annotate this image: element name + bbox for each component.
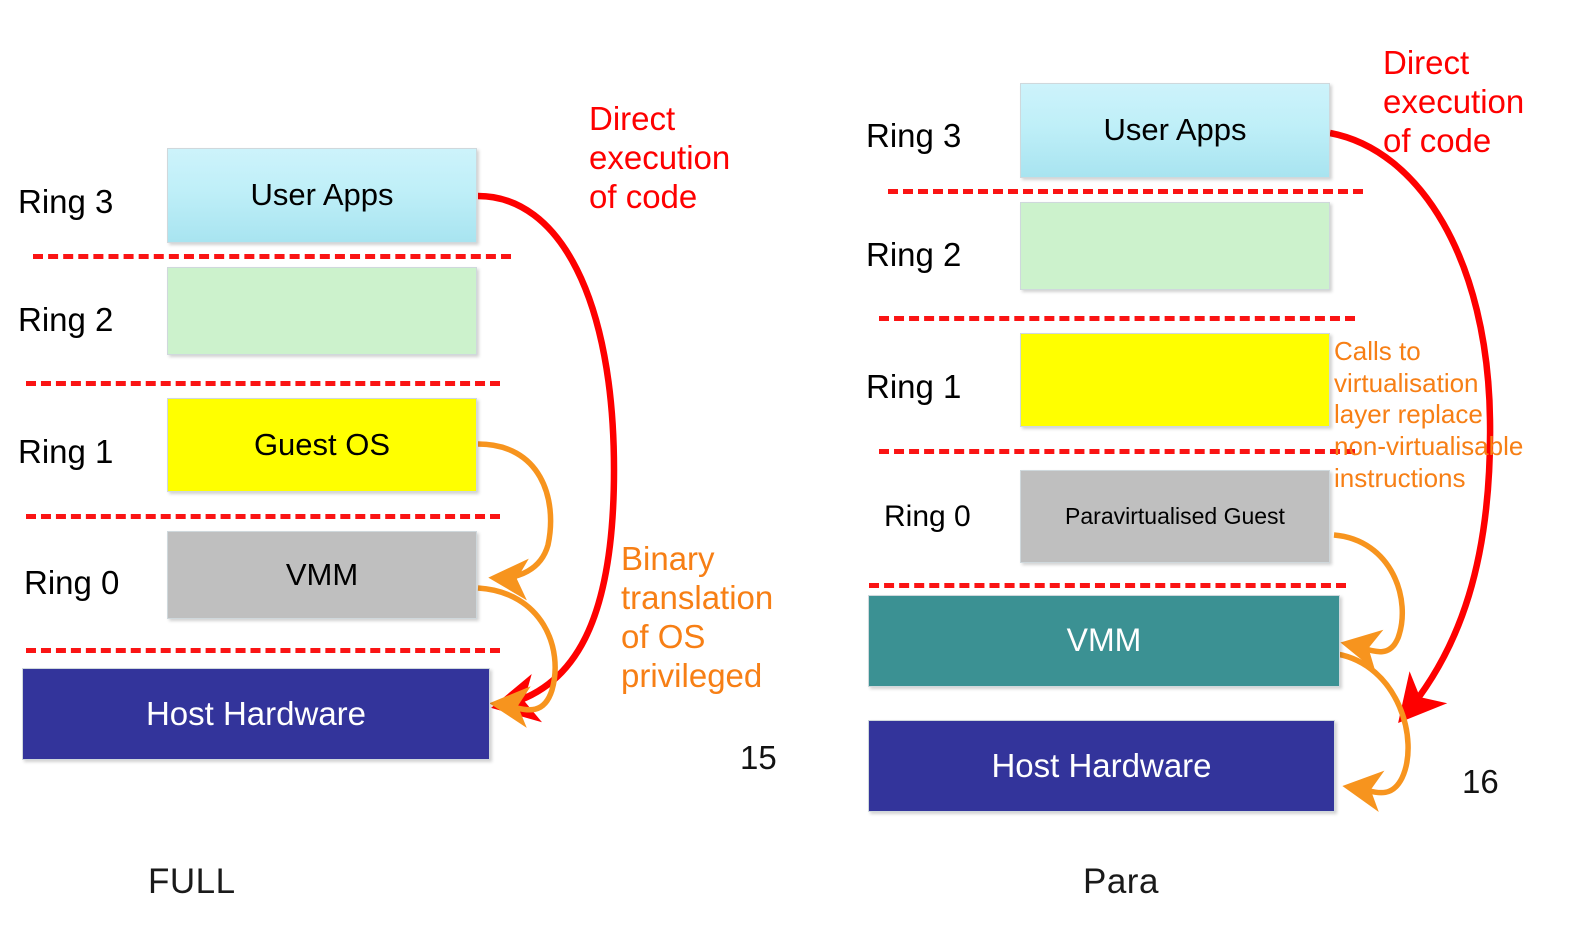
full-ring3-label: Ring 3 (18, 183, 114, 220)
full-divider-ring2-ring1 (26, 381, 500, 386)
para-caption: Para (1083, 862, 1159, 901)
full-guest-os-label: Guest OS (253, 426, 391, 462)
para-paravirtualised-guest-label: Paravirtualised Guest (1065, 503, 1285, 530)
para-vmm-label: VMM (1066, 622, 1142, 659)
right-calls-arrow-1 (1333, 532, 1405, 671)
full-ring2-label: Ring 2 (18, 301, 114, 338)
left-direct-execution-arrow (477, 192, 618, 723)
full-vmm-box[interactable]: VMM (167, 531, 477, 619)
para-ring0-label: Ring 0 (884, 500, 971, 533)
para-vmm-box[interactable]: VMM (868, 595, 1340, 687)
full-caption: FULL (148, 862, 236, 901)
para-divider-ring1-ring0 (879, 449, 1355, 454)
para-host-hardware-box[interactable]: Host Hardware (868, 720, 1335, 812)
full-page-number: 15 (740, 739, 777, 776)
para-user-apps-label: User Apps (1103, 112, 1247, 148)
full-divider-ring1-ring0 (26, 514, 500, 519)
para-host-hardware-label: Host Hardware (991, 746, 1212, 784)
full-divider-ring3-ring2 (33, 254, 511, 259)
full-host-hardware-box[interactable]: Host Hardware (22, 668, 490, 760)
para-calls-annotation: Calls to virtualisation layer replace no… (1334, 336, 1524, 493)
full-ring2-box[interactable] (167, 267, 477, 355)
para-ring2-label: Ring 2 (866, 236, 962, 273)
full-user-apps-label: User Apps (250, 177, 394, 213)
full-binary-translation-annotation: Binary translation of OS privileged (621, 540, 774, 694)
full-ring0-label: Ring 0 (24, 564, 120, 601)
full-guest-os-box[interactable]: Guest OS (167, 398, 477, 492)
para-divider-ring3-ring2 (888, 189, 1363, 194)
right-calls-arrow-2 (1336, 651, 1411, 813)
para-divider-ring0-vmm (869, 583, 1346, 588)
left-binary-translation-arrow-1 (477, 441, 554, 601)
para-ring1-box[interactable] (1020, 333, 1330, 427)
full-user-apps-box[interactable]: User Apps (167, 148, 477, 243)
full-ring1-label: Ring 1 (18, 433, 114, 470)
para-ring3-label: Ring 3 (866, 117, 962, 154)
full-divider-ring0-hardware (26, 648, 500, 653)
full-direct-execution-annotation: Direct execution of code (589, 100, 731, 215)
full-host-hardware-label: Host Hardware (145, 694, 367, 732)
para-direct-execution-annotation: Direct execution of code (1383, 44, 1525, 159)
para-user-apps-box[interactable]: User Apps (1020, 83, 1330, 178)
para-divider-ring2-ring1 (879, 316, 1355, 321)
para-ring2-box[interactable] (1020, 202, 1330, 290)
para-paravirtualised-guest-box[interactable]: Paravirtualised Guest (1020, 470, 1330, 563)
para-page-number: 16 (1462, 763, 1499, 800)
para-ring1-label: Ring 1 (866, 368, 962, 405)
full-vmm-label: VMM (285, 556, 359, 592)
slide-canvas: Ring 3 User Apps Ring 2 Ring 1 Guest OS … (0, 0, 1583, 941)
